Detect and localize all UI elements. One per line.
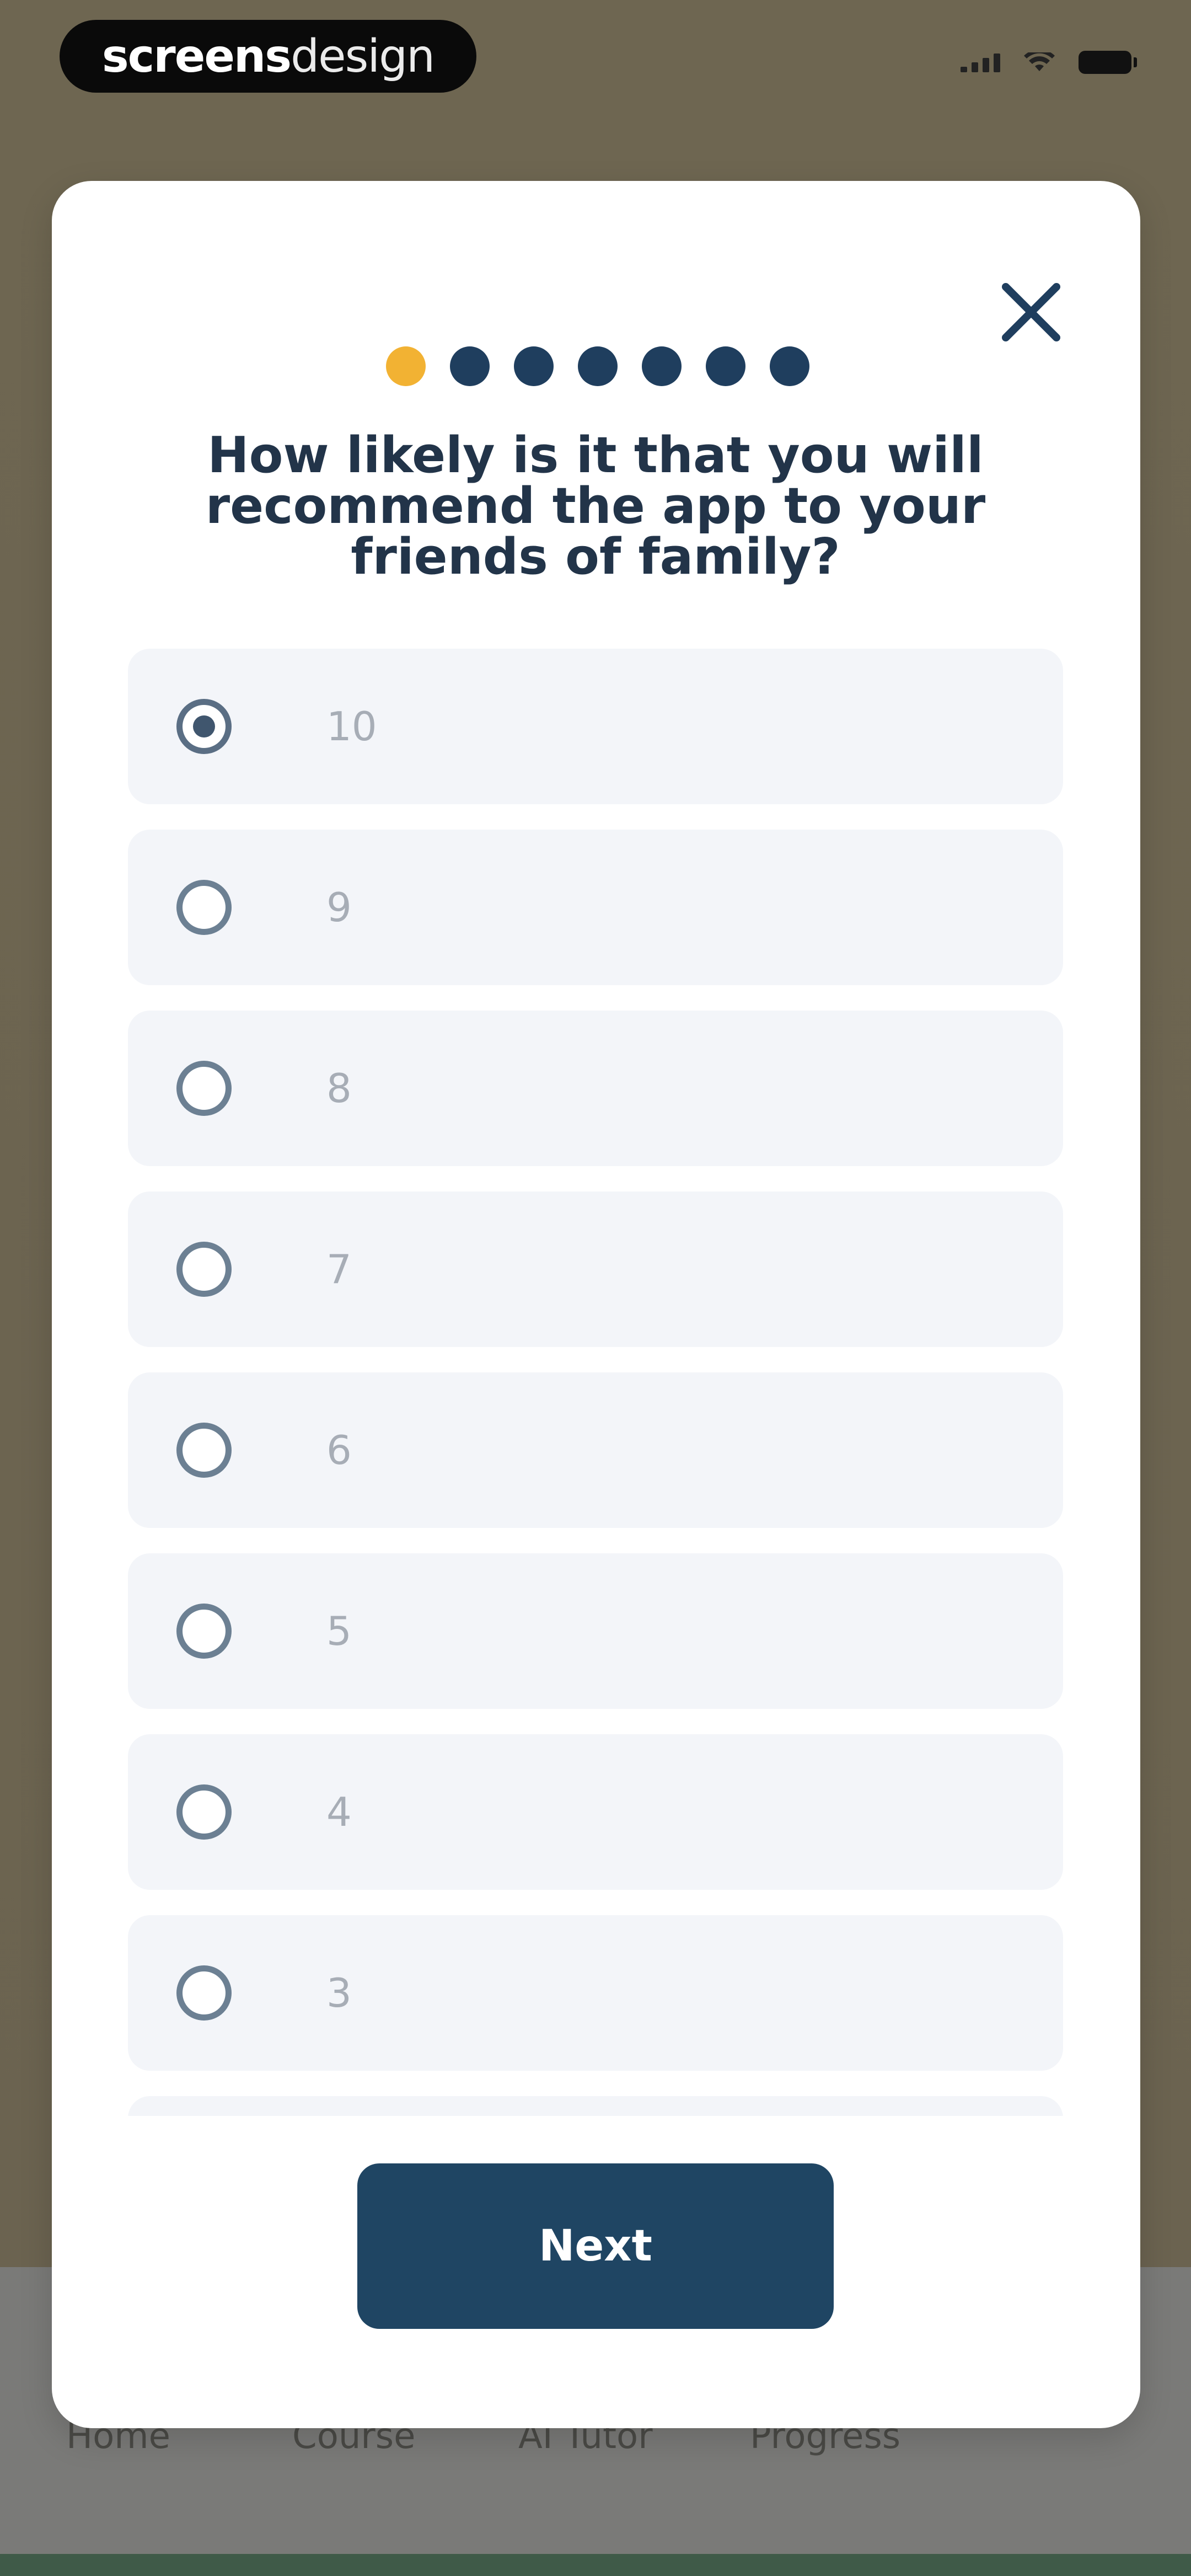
step-dot-6	[706, 346, 745, 386]
radio-icon[interactable]	[176, 1242, 232, 1297]
rating-option-4[interactable]: 4	[128, 1734, 1063, 1890]
option-label: 5	[326, 1608, 352, 1654]
brand-logo-bold: screens	[101, 30, 292, 83]
option-label: 10	[326, 703, 377, 750]
brand-logo: screens design	[60, 20, 476, 93]
option-label: 6	[326, 1427, 352, 1473]
step-dot-3	[514, 346, 554, 386]
signal-icon	[961, 52, 1000, 72]
next-button[interactable]: Next	[357, 2163, 834, 2329]
step-indicator	[386, 346, 809, 386]
home-indicator-strip	[0, 2554, 1191, 2576]
rating-option-6[interactable]: 6	[128, 1372, 1063, 1528]
rating-option-5[interactable]: 5	[128, 1553, 1063, 1709]
close-icon	[1002, 283, 1060, 341]
rating-options-list[interactable]: 10 9 8 7 6 5 4 3	[128, 649, 1063, 2116]
survey-question: How likely is it that you will recommend…	[205, 426, 986, 586]
option-label: 9	[326, 884, 352, 931]
rating-option-partial[interactable]	[128, 2096, 1063, 2116]
close-button[interactable]	[998, 279, 1064, 345]
step-dot-7	[770, 346, 809, 386]
option-label: 4	[326, 1789, 352, 1835]
radio-icon[interactable]	[176, 880, 232, 935]
rating-option-10[interactable]: 10	[128, 649, 1063, 804]
radio-icon[interactable]	[176, 1784, 232, 1840]
status-icons	[961, 51, 1137, 74]
wifi-icon	[1024, 52, 1055, 71]
radio-icon[interactable]	[176, 1965, 232, 2021]
radio-icon[interactable]	[176, 1604, 232, 1659]
step-dot-2	[450, 346, 490, 386]
battery-icon	[1079, 51, 1137, 74]
brand-logo-light: design	[291, 30, 435, 83]
option-label: 7	[326, 1246, 352, 1292]
radio-selected-icon[interactable]	[176, 699, 232, 754]
rating-option-3[interactable]: 3	[128, 1915, 1063, 2071]
radio-icon[interactable]	[176, 1423, 232, 1478]
option-label: 3	[326, 1970, 352, 2016]
rating-option-7[interactable]: 7	[128, 1191, 1063, 1347]
step-dot-5	[642, 346, 682, 386]
step-dot-1	[386, 346, 426, 386]
rating-option-8[interactable]: 8	[128, 1011, 1063, 1166]
radio-icon[interactable]	[176, 1061, 232, 1116]
step-dot-4	[578, 346, 618, 386]
option-label: 8	[326, 1065, 352, 1111]
rating-option-9[interactable]: 9	[128, 830, 1063, 985]
